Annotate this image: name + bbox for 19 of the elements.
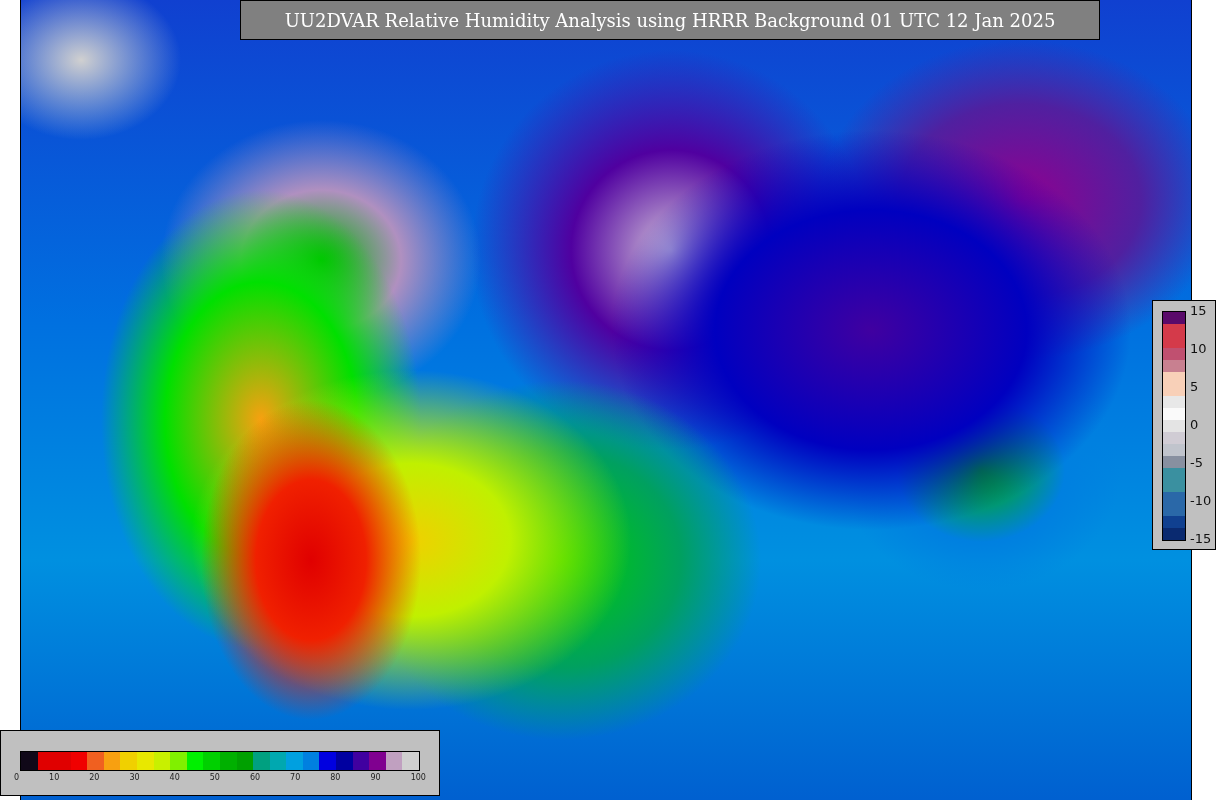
scale-label: 80	[330, 772, 341, 784]
scale-label: -15	[1190, 531, 1212, 547]
scale-label: 10	[1190, 341, 1208, 357]
scale-label: 100	[410, 772, 426, 784]
scale-label: -5	[1190, 455, 1204, 471]
scale-label: 5	[1190, 379, 1200, 395]
scale-label: 0	[14, 772, 20, 784]
scale-label: 60	[249, 772, 261, 784]
scale-label: -10	[1190, 493, 1212, 509]
scale-label: 10	[49, 772, 60, 784]
scale-label: 50	[209, 772, 220, 784]
map-title: UU2DVAR Relative Humidity Analysis using HRRR Background 01 UTC 12 Jan 2025	[240, 0, 1100, 40]
scale-label: 0	[1190, 417, 1200, 433]
scale-label: 15	[1190, 303, 1208, 319]
scale-label: 90	[370, 772, 381, 784]
scale-label: 20	[89, 772, 100, 784]
scale-label: 30	[129, 772, 140, 784]
scale-label: 70	[290, 772, 301, 784]
scale-label: 40	[169, 772, 180, 784]
